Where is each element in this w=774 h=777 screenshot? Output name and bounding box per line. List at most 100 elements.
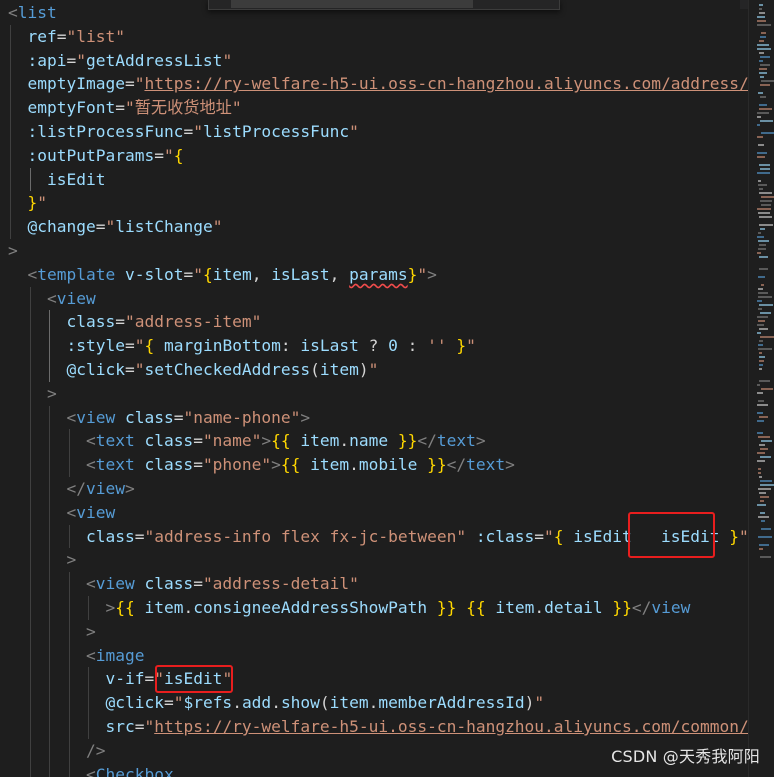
minimap-line — [757, 156, 765, 158]
code-token: isEdit — [46, 169, 106, 189]
minimap-line — [759, 380, 770, 382]
code-token: } — [456, 336, 467, 356]
code-token: ? — [358, 336, 389, 356]
minimap-line — [758, 468, 761, 470]
minimap-line — [759, 328, 768, 330]
minimap-line — [759, 544, 769, 546]
code-token: > — [427, 264, 437, 284]
code-token: = — [183, 264, 194, 284]
minimap-line — [757, 20, 766, 22]
code-token: item — [212, 264, 252, 284]
code-token: ) — [358, 360, 369, 379]
code-token: getAddressList — [85, 50, 223, 70]
find-input[interactable] — [231, 0, 473, 8]
minimap-line — [761, 132, 774, 134]
code-token: </ — [631, 598, 652, 617]
code-line: <view class="address-detail" — [8, 572, 359, 596]
code-token: ) — [524, 693, 535, 713]
code-token: " — [134, 336, 145, 356]
minimap-line — [760, 496, 769, 498]
code-token: "address-detail" — [202, 574, 359, 594]
code-token: . — [349, 455, 359, 475]
code-token: "name-phone" — [183, 407, 301, 427]
minimap-line — [761, 204, 771, 206]
code-token: = — [124, 336, 135, 356]
highlight-box-isedit-vif — [155, 665, 233, 693]
minimap-line — [759, 364, 763, 366]
code-line: :listProcessFunc="listProcessFunc" — [8, 120, 359, 144]
code-token: class — [124, 407, 174, 427]
minimap-line — [758, 536, 772, 538]
code-token: https://ry-welfare-h5-ui.oss-cn-hangzhou… — [144, 74, 748, 94]
code-token: {{ — [466, 598, 486, 617]
code-line: isEdit — [8, 168, 105, 192]
minimap-line — [759, 72, 767, 74]
find-widget[interactable] — [208, 0, 560, 10]
minimap-line — [758, 288, 763, 290]
code-token: view — [76, 407, 116, 427]
code-token: consigneeAddressShowPath — [193, 598, 428, 617]
code-token: = — [183, 122, 194, 141]
code-line: :api="getAddressList" — [8, 49, 233, 73]
code-editor[interactable]: <list ref="list" :api="getAddressList" e… — [0, 0, 748, 777]
minimap-line — [758, 436, 770, 438]
code-token: /> — [85, 740, 106, 760]
code-token: = — [193, 455, 203, 475]
code-line: @click="setCheckedAddress(item)" — [8, 358, 378, 382]
code-token: " — [105, 217, 116, 237]
minimap[interactable] — [748, 0, 774, 777]
code-line: <view — [8, 287, 96, 311]
minimap-line — [757, 404, 768, 406]
minimap-line — [757, 460, 765, 462]
code-token: < — [46, 288, 57, 308]
minimap-line — [759, 192, 772, 194]
code-token: add — [241, 693, 272, 713]
code-token: src — [105, 717, 135, 736]
minimap-line — [760, 200, 772, 202]
code-token: isLast — [300, 336, 359, 356]
minimap-line — [758, 92, 763, 94]
code-line: <text class="name">{{ item.name }}</text… — [8, 429, 486, 453]
code-token: = — [193, 574, 203, 594]
code-token: name — [349, 431, 389, 451]
code-token: " — [76, 50, 86, 70]
code-token: {{ — [115, 598, 135, 617]
minimap-line — [760, 512, 765, 514]
minimap-line — [760, 228, 765, 230]
code-token: { — [144, 336, 155, 356]
minimap-line — [760, 120, 773, 122]
code-line: > — [8, 239, 18, 263]
code-token: :outPutParams — [27, 145, 155, 165]
code-token: :listProcessFunc — [27, 122, 184, 141]
code-token: " — [134, 74, 145, 94]
code-token: item — [300, 431, 340, 451]
code-token: . — [271, 693, 281, 713]
code-token: . — [339, 431, 350, 451]
highlight-box-isedit-class — [628, 512, 715, 558]
code-token: marginBottom — [163, 336, 281, 356]
code-token: class — [85, 526, 135, 546]
minimap-line — [760, 556, 771, 558]
code-token: view — [56, 288, 96, 308]
minimap-line — [757, 420, 764, 422]
minimap-line — [757, 208, 771, 210]
minimap-line — [758, 472, 761, 474]
code-token: "phone" — [202, 455, 272, 475]
